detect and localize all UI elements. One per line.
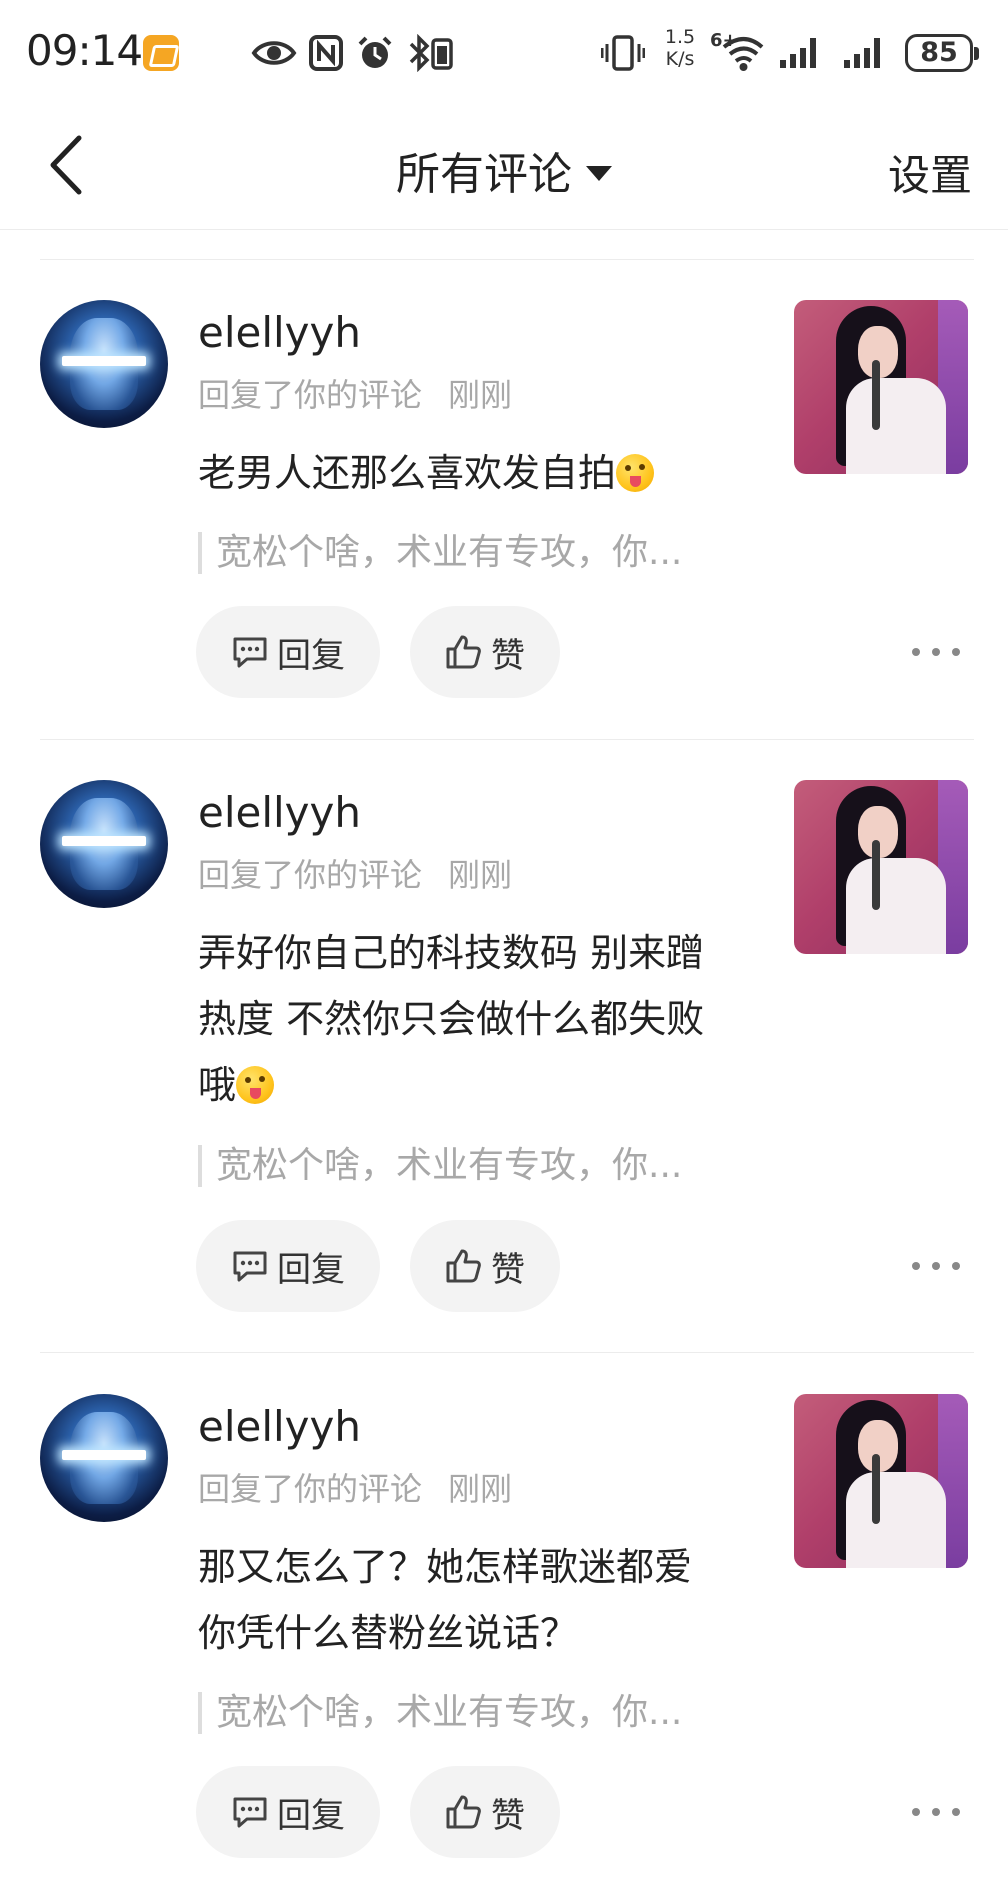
- comment-meta: 回复了你的评论 刚刚: [198, 850, 512, 896]
- bluetooth-icon: [406, 30, 458, 76]
- comment-meta: 回复了你的评论 刚刚: [198, 370, 512, 416]
- nfc-icon: [308, 30, 344, 76]
- comment-action: 回复了你的评论: [198, 856, 423, 894]
- divider: [40, 739, 974, 740]
- settings-button[interactable]: 设置: [888, 142, 972, 203]
- page-title: 所有评论: [396, 149, 572, 200]
- comment-content[interactable]: 弄好你自己的科技数码 别来蹭热度 不然你只会做什么都失败哦: [198, 920, 738, 1118]
- reply-label: 回复: [277, 635, 345, 676]
- more-options-button[interactable]: [912, 632, 960, 672]
- signal-type-label: 6+: [710, 30, 738, 51]
- reply-button[interactable]: 回复: [196, 606, 380, 698]
- divider: [40, 259, 974, 260]
- like-button[interactable]: 赞: [410, 606, 560, 698]
- tongue-out-emoji-icon: [616, 454, 655, 492]
- eye-icon: [250, 30, 298, 76]
- tongue-out-emoji-icon: [236, 1066, 275, 1104]
- post-thumbnail[interactable]: [794, 780, 968, 954]
- comment-icon: [233, 1251, 267, 1282]
- comment-action: 回复了你的评论: [198, 1470, 423, 1508]
- status-time: 09:14: [26, 26, 143, 75]
- reply-button[interactable]: 回复: [196, 1220, 380, 1312]
- more-options-button[interactable]: [912, 1792, 960, 1832]
- wifi-icon: 6+: [710, 30, 764, 76]
- signal-icon: [840, 30, 890, 76]
- comment-icon: [233, 1797, 267, 1828]
- comment-text: 老男人还那么喜欢发自拍: [198, 451, 617, 495]
- comment-time: 刚刚: [448, 1470, 513, 1508]
- more-options-button[interactable]: [912, 1246, 960, 1286]
- battery-indicator: 85: [905, 34, 979, 72]
- comment-text: 那又怎么了？她怎样歌迷都爱 你凭什么替粉丝说话？: [198, 1545, 693, 1655]
- like-label: 赞: [491, 635, 525, 676]
- comment-icon: [233, 637, 267, 668]
- signal-icon: [776, 30, 826, 76]
- username[interactable]: elellyyh: [198, 308, 361, 357]
- reply-label: 回复: [277, 1249, 345, 1290]
- avatar[interactable]: [40, 300, 168, 428]
- comment-text: 弄好你自己的科技数码 别来蹭热度 不然你只会做什么都失败哦: [198, 931, 705, 1107]
- network-speed-unit: K/s: [665, 48, 695, 70]
- status-bar: 09:14 1.5 K/s 6+ 85: [0, 0, 1008, 100]
- app-badge-icon: [143, 35, 179, 71]
- reply-button[interactable]: 回复: [196, 1766, 380, 1858]
- alarm-icon: [354, 30, 396, 76]
- comment-time: 刚刚: [448, 856, 513, 894]
- like-button[interactable]: 赞: [410, 1220, 560, 1312]
- quoted-comment[interactable]: 宽松个啥，术业有专攻，你...: [198, 532, 758, 574]
- comment-meta: 回复了你的评论 刚刚: [198, 1464, 512, 1510]
- like-label: 赞: [491, 1249, 525, 1290]
- thumbs-up-icon: [446, 1795, 481, 1829]
- thumbs-up-icon: [446, 1249, 481, 1283]
- avatar[interactable]: [40, 780, 168, 908]
- reply-label: 回复: [277, 1795, 345, 1836]
- quoted-comment[interactable]: 宽松个啥，术业有专攻，你...: [198, 1692, 758, 1734]
- header: 所有评论 设置: [0, 100, 1008, 230]
- divider: [40, 1352, 974, 1353]
- post-thumbnail[interactable]: [794, 1394, 968, 1568]
- vibrate-icon: [600, 30, 646, 76]
- like-button[interactable]: 赞: [410, 1766, 560, 1858]
- quoted-comment[interactable]: 宽松个啥，术业有专攻，你...: [198, 1145, 758, 1187]
- network-speed-value: 1.5: [664, 26, 696, 48]
- like-label: 赞: [491, 1795, 525, 1836]
- comment-action: 回复了你的评论: [198, 376, 423, 414]
- network-speed: 1.5 K/s: [660, 26, 700, 70]
- avatar[interactable]: [40, 1394, 168, 1522]
- comment-content[interactable]: 老男人还那么喜欢发自拍: [198, 440, 758, 506]
- comment-time: 刚刚: [448, 376, 513, 414]
- post-thumbnail[interactable]: [794, 300, 968, 474]
- comment-filter-dropdown[interactable]: 所有评论: [0, 138, 1008, 202]
- username[interactable]: elellyyh: [198, 1402, 361, 1451]
- comment-content[interactable]: 那又怎么了？她怎样歌迷都爱 你凭什么替粉丝说话？: [198, 1534, 738, 1666]
- caret-down-icon: [586, 166, 612, 181]
- thumbs-up-icon: [446, 635, 481, 669]
- username[interactable]: elellyyh: [198, 788, 361, 837]
